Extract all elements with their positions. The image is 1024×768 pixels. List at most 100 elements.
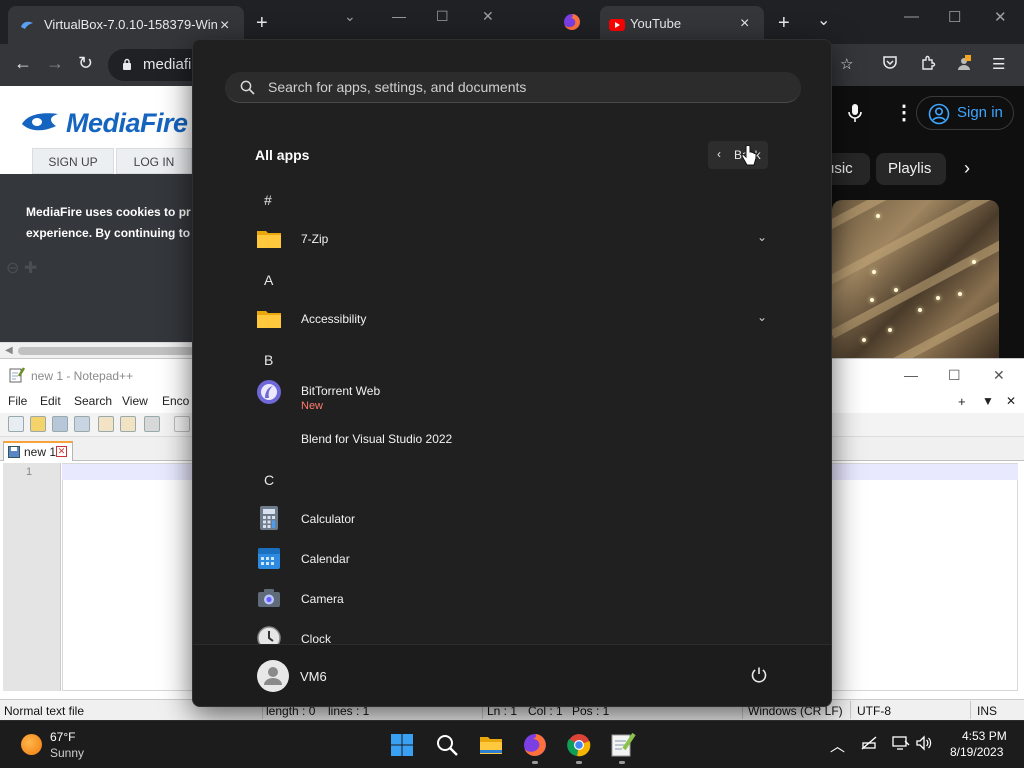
tab-close-icon[interactable]: ✕ xyxy=(56,446,67,457)
list-all-tabs-icon[interactable]: ⌄ xyxy=(817,10,830,30)
add-icon[interactable]: + xyxy=(958,394,966,409)
youtube-favicon-icon xyxy=(609,19,625,31)
back-button[interactable]: ‹ Back xyxy=(708,141,768,169)
new-tab-icon[interactable]: + xyxy=(256,13,268,33)
app-7-zip[interactable]: 7-Zip ⌄ xyxy=(255,222,775,258)
app-accessibility[interactable]: Accessibility ⌄ xyxy=(255,302,775,338)
maximize-icon[interactable]: ☐ xyxy=(436,8,449,25)
group-letter-a[interactable]: A xyxy=(264,272,273,288)
weather-temperature[interactable]: 67°F xyxy=(50,730,75,744)
more-options-icon[interactable]: ⋮ xyxy=(894,100,914,125)
app-name: Accessibility xyxy=(301,312,367,326)
menu-file[interactable]: File xyxy=(8,394,27,408)
status-insert-mode: INS xyxy=(977,704,998,718)
log-in-tab[interactable]: LOG IN xyxy=(116,148,192,174)
scroll-thumb[interactable] xyxy=(18,347,194,355)
tab-search-chevron-icon[interactable]: ⌄ xyxy=(344,8,356,25)
group-letter-c[interactable]: C xyxy=(264,472,274,488)
weather-condition[interactable]: Sunny xyxy=(50,746,84,760)
tab-close-icon[interactable]: × xyxy=(740,15,749,33)
sign-up-tab[interactable]: SIGN UP xyxy=(32,148,114,174)
document-tab-new-1[interactable]: new 1 ✕ xyxy=(3,441,73,461)
maximize-icon[interactable]: ☐ xyxy=(948,8,961,26)
line-number-gutter xyxy=(3,463,61,691)
close-window-icon[interactable]: ✕ xyxy=(994,8,1007,26)
group-letter-hash[interactable]: # xyxy=(264,192,272,208)
menu-view[interactable]: View xyxy=(122,394,148,408)
open-file-icon[interactable] xyxy=(30,416,46,432)
new-tab-icon[interactable]: + xyxy=(778,12,790,35)
maximize-icon[interactable]: ☐ xyxy=(948,367,961,384)
user-name[interactable]: VM6 xyxy=(300,669,327,684)
file-explorer-icon[interactable] xyxy=(477,731,505,759)
new-file-icon[interactable] xyxy=(8,416,24,432)
print-icon[interactable] xyxy=(144,416,160,432)
dropdown-arrow-icon[interactable]: ▼ xyxy=(982,394,994,408)
reload-icon[interactable]: ↻ xyxy=(78,53,93,74)
minimize-icon[interactable]: — xyxy=(904,367,918,383)
pocket-icon[interactable] xyxy=(882,55,898,70)
close-document-icon[interactable]: ✕ xyxy=(1006,394,1016,408)
folder-icon xyxy=(255,304,283,332)
cut-icon[interactable] xyxy=(174,416,190,432)
cookie-text: MediaFire uses cookies to pr experience.… xyxy=(26,202,191,244)
weather-sunny-icon[interactable] xyxy=(21,734,42,755)
firefox-tab-icon[interactable] xyxy=(562,12,582,32)
notepad-plus-plus-icon[interactable] xyxy=(608,731,636,759)
minimize-icon[interactable]: — xyxy=(904,8,919,25)
menu-search[interactable]: Search xyxy=(74,394,112,408)
app-camera[interactable]: Camera xyxy=(255,582,775,618)
account-alert-icon[interactable] xyxy=(956,55,972,71)
start-menu: Search for apps, settings, and documents… xyxy=(192,39,832,707)
tab-close-icon[interactable]: × xyxy=(220,17,229,35)
clock-time[interactable]: 4:53 PM xyxy=(962,729,1007,743)
show-hidden-icons-icon[interactable]: ︿ xyxy=(830,735,845,756)
app-blend-for-visual-studio[interactable]: Blend for Visual Studio 2022 xyxy=(255,422,775,458)
network-disconnected-icon[interactable] xyxy=(860,735,878,751)
extensions-icon[interactable] xyxy=(920,55,936,71)
bookmark-star-icon[interactable]: ☆ xyxy=(840,55,853,73)
app-calendar[interactable]: Calendar xyxy=(255,542,775,578)
save-icon[interactable] xyxy=(52,416,68,432)
forward-arrow-icon[interactable]: → xyxy=(46,53,64,74)
firefox-icon[interactable] xyxy=(521,731,549,759)
close-all-icon[interactable] xyxy=(120,416,136,432)
sign-in-button[interactable]: Sign in xyxy=(916,96,1014,130)
clock-date[interactable]: 8/19/2023 xyxy=(950,745,1003,759)
app-menu-icon[interactable]: ☰ xyxy=(992,55,1005,73)
faded-icons: ⊖ ✚ xyxy=(6,260,38,277)
lock-icon xyxy=(122,58,132,71)
mediafire-logo[interactable]: MediaFire xyxy=(66,108,188,139)
back-arrow-icon[interactable]: ← xyxy=(14,53,32,74)
user-avatar[interactable] xyxy=(257,660,289,692)
close-window-icon[interactable]: ✕ xyxy=(482,8,494,25)
chevron-right-icon[interactable]: › xyxy=(964,158,970,179)
close-window-icon[interactable]: ✕ xyxy=(993,367,1005,384)
app-bittorrent-web[interactable]: BitTorrent Web New xyxy=(255,376,775,412)
chrome-icon[interactable] xyxy=(565,731,593,759)
scroll-left-icon[interactable]: ◀ xyxy=(5,345,13,356)
start-search-box[interactable]: Search for apps, settings, and documents xyxy=(225,72,801,103)
volume-icon[interactable] xyxy=(915,735,933,751)
app-name: BitTorrent Web xyxy=(301,384,381,398)
expand-chevron-icon[interactable]: ⌄ xyxy=(757,310,767,324)
search-icon[interactable] xyxy=(433,731,461,759)
calendar-icon xyxy=(255,544,283,572)
minimize-icon[interactable]: — xyxy=(392,8,406,24)
start-icon[interactable] xyxy=(388,731,416,759)
microphone-icon[interactable] xyxy=(848,103,862,123)
save-all-icon[interactable] xyxy=(74,416,90,432)
display-icon[interactable] xyxy=(892,735,910,751)
app-calculator[interactable]: Calculator xyxy=(255,502,775,538)
group-letter-b[interactable]: B xyxy=(264,352,273,368)
menu-edit[interactable]: Edit xyxy=(40,394,61,408)
app-name: Blend for Visual Studio 2022 xyxy=(301,432,453,446)
mediafire-flame-icon xyxy=(20,110,60,134)
video-thumbnail[interactable] xyxy=(832,200,999,358)
close-file-icon[interactable] xyxy=(98,416,114,432)
app-name: Calendar xyxy=(301,552,350,566)
expand-chevron-icon[interactable]: ⌄ xyxy=(757,230,767,244)
chip-playlists[interactable]: Playlis xyxy=(876,153,946,185)
menu-encoding[interactable]: Enco xyxy=(162,394,189,408)
power-icon[interactable] xyxy=(750,666,768,684)
